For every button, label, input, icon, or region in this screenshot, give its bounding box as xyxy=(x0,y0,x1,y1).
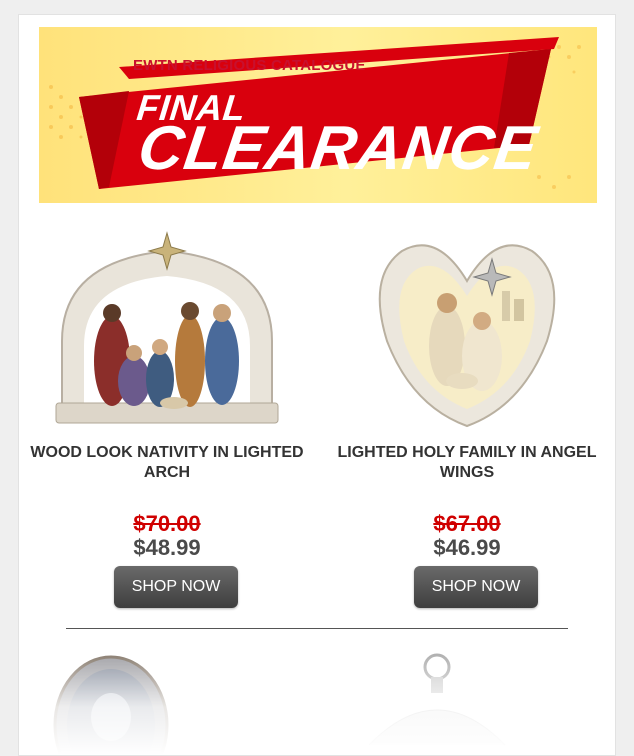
catalogue-title: EWTN RELIGIOUS CATALOGUE xyxy=(133,57,366,74)
final-clearance-banner[interactable]: EWTN RELIGIOUS CATALOGUE FINAL CLEARANCE xyxy=(39,27,597,203)
nativity-arch-image[interactable] xyxy=(42,221,292,431)
original-price: $67.00 xyxy=(433,511,501,536)
sale-price: $46.99 xyxy=(433,535,501,560)
product-name[interactable]: WOOD LOOK NATIVITY IN LIGHTED ARCH xyxy=(27,443,307,483)
sale-price: $48.99 xyxy=(133,535,201,560)
product-name[interactable]: LIGHTED HOLY FAMILY IN ANGEL WINGS xyxy=(327,443,607,483)
holy-family-wings-image[interactable] xyxy=(342,221,592,431)
email-body: EWTN RELIGIOUS CATALOGUE FINAL CLEARANCE xyxy=(18,14,616,756)
shop-now-button[interactable]: SHOP NOW xyxy=(414,566,538,608)
clearance-label: CLEARANCE xyxy=(134,114,543,183)
section-divider xyxy=(66,628,568,629)
shop-now-button[interactable]: SHOP NOW xyxy=(114,566,238,608)
next-product-image[interactable] xyxy=(349,645,509,755)
product-card: WOOD LOOK NATIVITY IN LIGHTED ARCH $70.0… xyxy=(27,221,307,608)
original-price: $70.00 xyxy=(133,511,201,536)
next-product-image[interactable] xyxy=(49,645,179,755)
product-card: LIGHTED HOLY FAMILY IN ANGEL WINGS $67.0… xyxy=(327,221,607,608)
